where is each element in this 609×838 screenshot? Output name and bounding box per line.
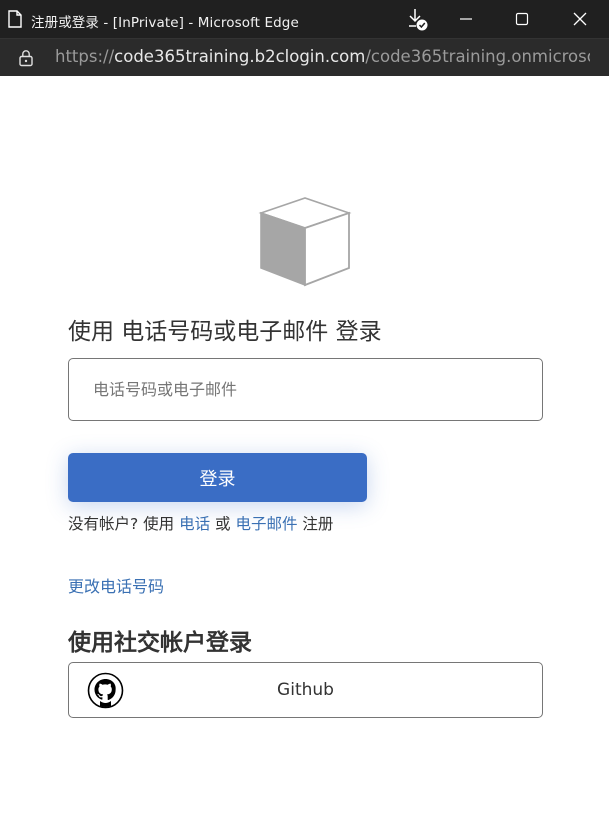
maximize-icon <box>515 12 529 26</box>
close-button[interactable] <box>564 0 596 38</box>
downloads-button[interactable] <box>400 0 434 38</box>
signin-button[interactable]: 登录 <box>68 453 367 502</box>
signup-or: 或 <box>210 515 236 533</box>
window-titlebar: 注册或登录 - [InPrivate] - Microsoft Edge <box>0 0 609 38</box>
signin-heading: 使用 电话号码或电子邮件 登录 <box>68 319 382 345</box>
download-icon <box>409 9 428 31</box>
page-content: 使用 电话号码或电子邮件 登录 登录 没有帐户? 使用 电话 或 电子邮件 注册… <box>0 76 609 838</box>
document-icon <box>8 10 22 28</box>
signup-email-link[interactable]: 电子邮件 <box>235 515 297 533</box>
window-title: 注册或登录 - [InPrivate] - Microsoft Edge <box>31 15 299 31</box>
phone-email-input[interactable] <box>68 358 543 421</box>
signup-phone-link[interactable]: 电话 <box>179 515 210 533</box>
minimize-icon <box>460 18 472 20</box>
close-icon <box>573 12 587 26</box>
minimize-button[interactable] <box>450 0 482 38</box>
github-signin-button[interactable]: Github <box>68 662 543 718</box>
url-text[interactable]: https://code365training.b2clogin.com/cod… <box>55 47 590 66</box>
url-path: /code365training.onmicrosof... <box>365 47 590 66</box>
github-label: Github <box>277 680 334 700</box>
url-scheme: https:// <box>55 47 115 66</box>
url-host: code365training.b2clogin.com <box>114 47 366 66</box>
signup-suffix: 注册 <box>297 515 334 533</box>
signup-prefix: 没有帐户? 使用 <box>68 515 180 533</box>
maximize-button[interactable] <box>506 0 538 38</box>
lock-icon[interactable] <box>18 49 34 67</box>
address-bar[interactable]: https://code365training.b2clogin.com/cod… <box>0 38 609 76</box>
change-phone-link[interactable]: 更改电话号码 <box>68 573 164 597</box>
signup-prompt: 没有帐户? 使用 电话 或 电子邮件 注册 <box>68 512 333 534</box>
cube-logo-icon <box>258 197 352 287</box>
social-heading: 使用社交帐户登录 <box>68 630 252 656</box>
